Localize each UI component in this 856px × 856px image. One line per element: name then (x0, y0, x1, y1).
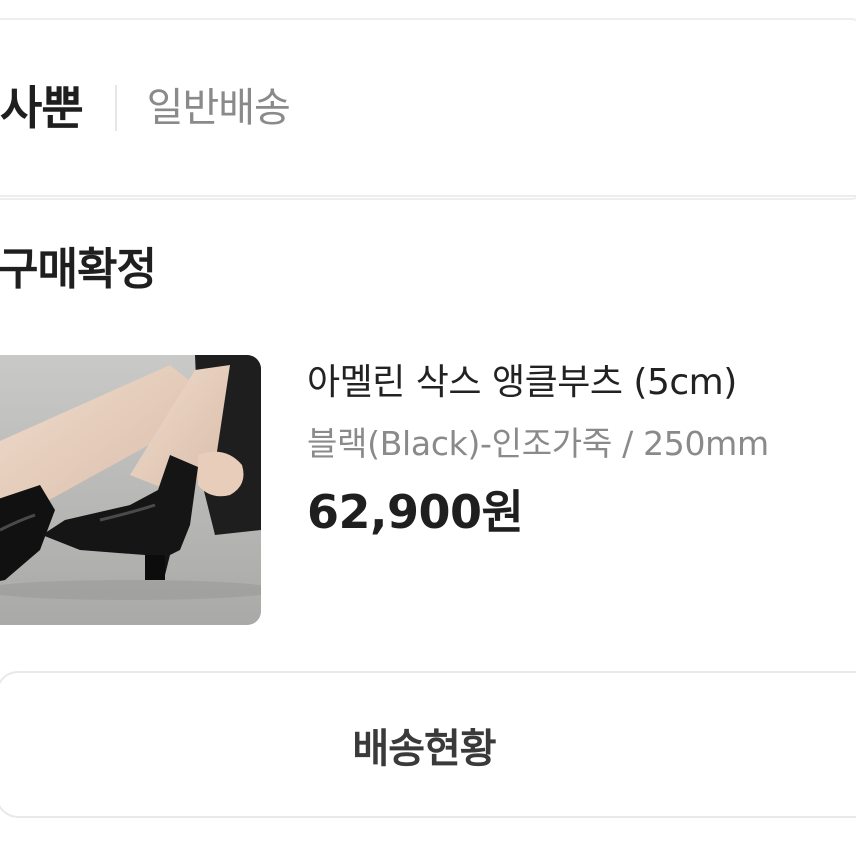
product-thumbnail[interactable] (0, 355, 261, 625)
product-price: 62,900원 (307, 485, 524, 539)
product-info: 아멜린 삭스 앵클부츠 (5cm) 블랙(Black)-인조가죽 / 250mm… (307, 360, 856, 540)
seller-header: 사뿐 일반배송 (0, 72, 291, 144)
store-name[interactable]: 사뿐 (0, 85, 84, 131)
ankle-boots-image (0, 355, 261, 625)
section-divider (0, 195, 856, 197)
delivery-status-button-label: 배송현황 (352, 725, 496, 772)
order-status: 구매확정 (0, 244, 157, 295)
product-option: 블랙(Black)-인조가죽 / 250mm (307, 424, 769, 463)
order-detail-page: 사뿐 일반배송 구매확정 아멜린 삭스 앵클부츠 (5cm) 블랙(Black)… (0, 0, 856, 856)
product-name[interactable]: 아멜린 삭스 앵클부츠 (5cm) (307, 360, 856, 406)
vertical-divider (114, 85, 117, 131)
delivery-status-button[interactable]: 배송현황 (0, 671, 856, 818)
shipping-type-label: 일반배송 (146, 85, 291, 131)
